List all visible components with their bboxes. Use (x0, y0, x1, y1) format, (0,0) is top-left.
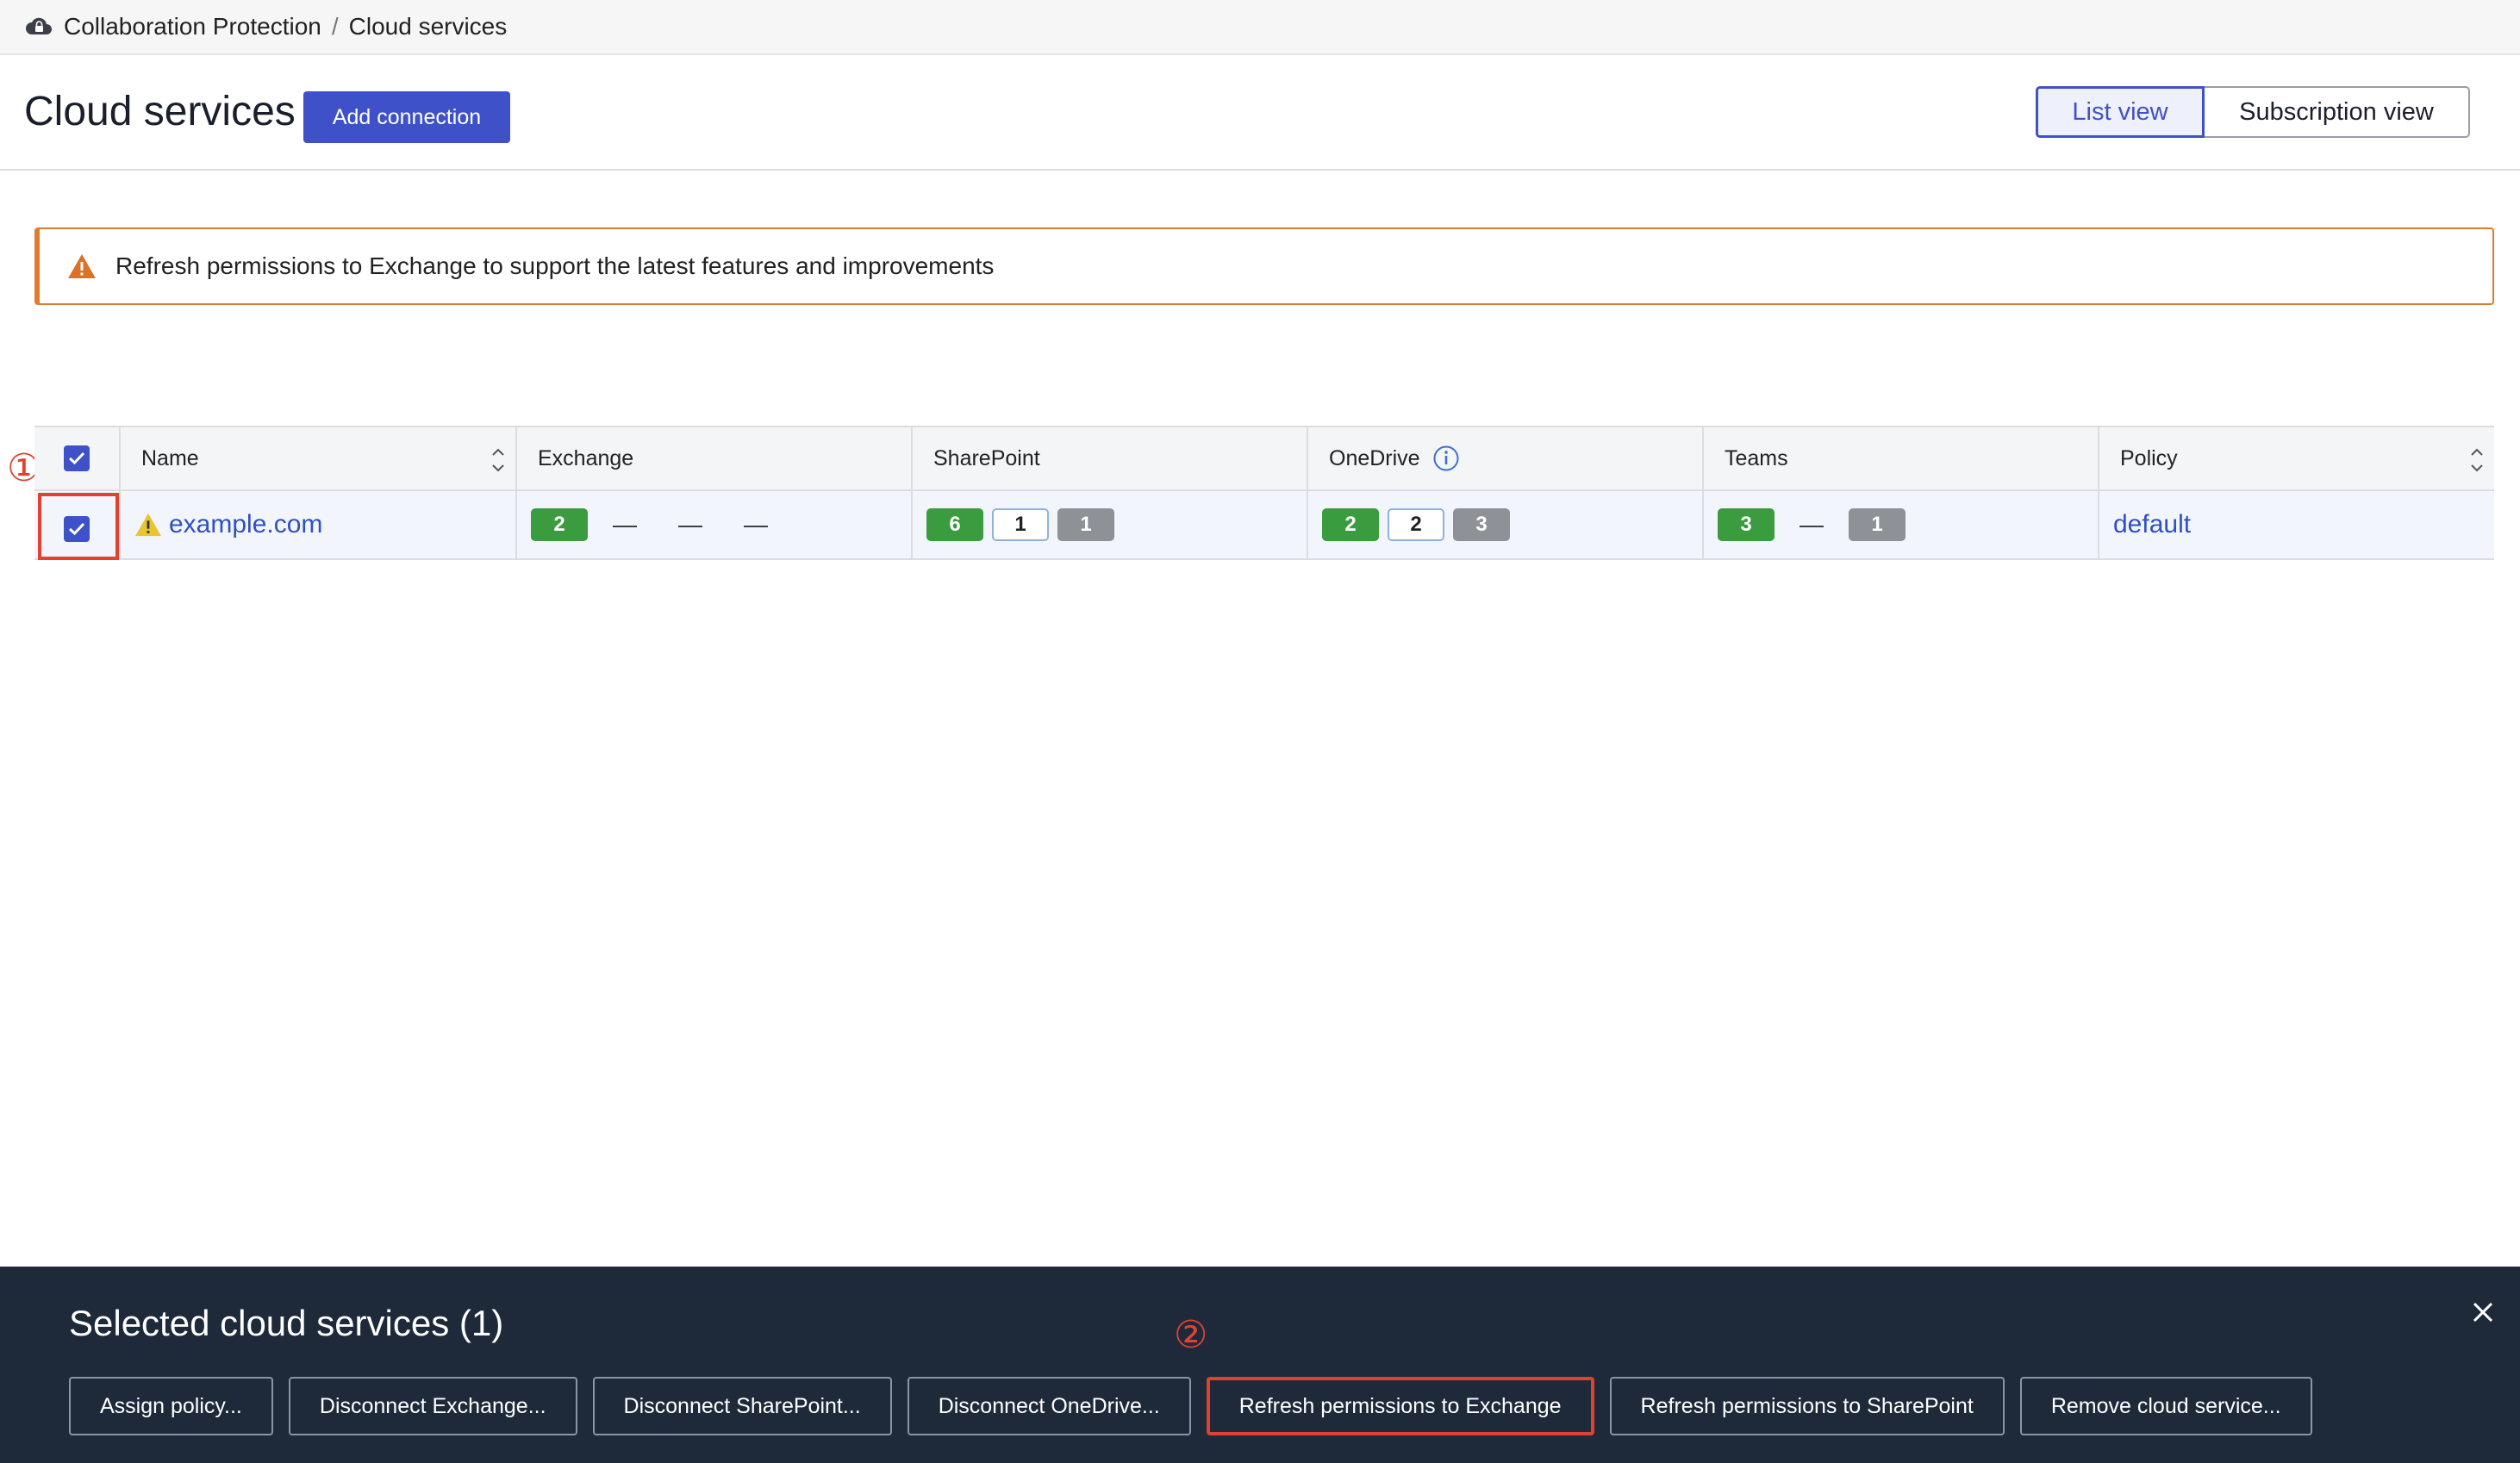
column-header-exchange: Exchange (517, 427, 913, 489)
column-label: Exchange (538, 445, 634, 470)
selection-action-bar: Selected cloud services (1) ② Assign pol… (0, 1267, 2520, 1463)
column-label: Teams (1725, 445, 1788, 470)
row-select-checkbox[interactable] (34, 491, 121, 560)
column-header-policy[interactable]: Policy (2099, 427, 2494, 489)
info-icon[interactable] (1432, 445, 1460, 472)
close-icon[interactable] (2468, 1298, 2498, 1327)
warning-banner: Refresh permissions to Exchange to suppo… (34, 227, 2494, 305)
refresh-permissions-sharepoint-button[interactable]: Refresh permissions to SharePoint (1609, 1377, 2005, 1435)
breadcrumb-current: Cloud services (348, 13, 508, 40)
status-badge-unprotected[interactable]: 1 (1057, 508, 1114, 541)
warning-icon (134, 512, 162, 538)
assign-policy-button[interactable]: Assign policy... (69, 1377, 273, 1435)
page-title: Cloud services (24, 89, 296, 134)
disconnect-sharepoint-button[interactable]: Disconnect SharePoint... (592, 1377, 892, 1435)
column-label: OneDrive (1329, 445, 1420, 470)
cell-policy: default (2099, 491, 2494, 558)
cell-sharepoint: 6 1 1 (913, 491, 1308, 558)
warning-icon (67, 251, 98, 282)
service-name-link[interactable]: example.com (169, 510, 322, 539)
subscription-view-button[interactable]: Subscription view (2205, 86, 2470, 138)
cloud-lock-icon (24, 11, 55, 42)
cell-name: example.com (121, 491, 517, 558)
column-label: Policy (2120, 445, 2178, 470)
policy-link[interactable]: default (2113, 510, 2191, 539)
column-header-sharepoint: SharePoint (913, 427, 1308, 489)
column-label: SharePoint (933, 445, 1040, 470)
sort-icon[interactable] (2468, 443, 2486, 477)
checkbox-checked-icon (64, 445, 90, 471)
highlight-frame (38, 493, 119, 560)
empty-value: — (1800, 511, 1824, 538)
selection-title: Selected cloud services (1) (69, 1303, 504, 1343)
remove-cloud-service-button[interactable]: Remove cloud service... (2019, 1377, 2312, 1435)
cell-onedrive: 2 2 3 (1308, 491, 1704, 558)
status-badge-other[interactable]: 1 (992, 508, 1049, 541)
empty-value: — (744, 511, 768, 538)
breadcrumb-separator: / (331, 13, 339, 40)
refresh-permissions-exchange-button[interactable]: Refresh permissions to Exchange (1206, 1377, 1594, 1435)
status-badge-protected[interactable]: 2 (1322, 508, 1379, 541)
cell-exchange: 2 — — — (517, 491, 913, 558)
status-badge-protected[interactable]: 2 (531, 508, 588, 541)
list-view-button[interactable]: List view (2036, 86, 2205, 138)
view-toggle: List view Subscription view (2036, 86, 2470, 138)
column-header-onedrive: OneDrive (1308, 427, 1704, 489)
status-badge-protected[interactable]: 6 (926, 508, 983, 541)
breadcrumb-parent-link[interactable]: Collaboration Protection (64, 13, 321, 40)
disconnect-exchange-button[interactable]: Disconnect Exchange... (288, 1377, 577, 1435)
column-label: Name (141, 445, 199, 470)
select-all-checkbox[interactable] (34, 427, 121, 489)
status-badge-protected[interactable]: 3 (1718, 508, 1775, 541)
empty-value: — (678, 511, 702, 538)
cell-teams: 3 — 1 (1704, 491, 2099, 558)
table-header: Name Exchange SharePoint OneDrive Teams (34, 426, 2494, 491)
banner-text: Refresh permissions to Exchange to suppo… (115, 252, 995, 279)
sort-icon[interactable] (490, 443, 507, 477)
status-badge-unprotected[interactable]: 1 (1849, 508, 1906, 541)
action-buttons: Assign policy... Disconnect Exchange... … (69, 1377, 2312, 1435)
column-header-name[interactable]: Name (121, 427, 517, 489)
add-connection-button[interactable]: Add connection (303, 91, 510, 143)
annotation-step-2: ② (1174, 1313, 1208, 1357)
table-row[interactable]: example.com 2 — — — 6 1 1 2 2 3 3 — 1 de… (34, 491, 2494, 560)
column-header-teams: Teams (1704, 427, 2099, 489)
disconnect-onedrive-button[interactable]: Disconnect OneDrive... (907, 1377, 1191, 1435)
cloud-services-table: Name Exchange SharePoint OneDrive Teams (34, 426, 2494, 560)
empty-value: — (613, 511, 637, 538)
status-badge-unprotected[interactable]: 3 (1453, 508, 1510, 541)
status-badge-other[interactable]: 2 (1388, 508, 1444, 541)
breadcrumb: Collaboration Protection / Cloud service… (0, 0, 2520, 55)
page-header: Cloud services Add connection List view … (0, 55, 2520, 171)
